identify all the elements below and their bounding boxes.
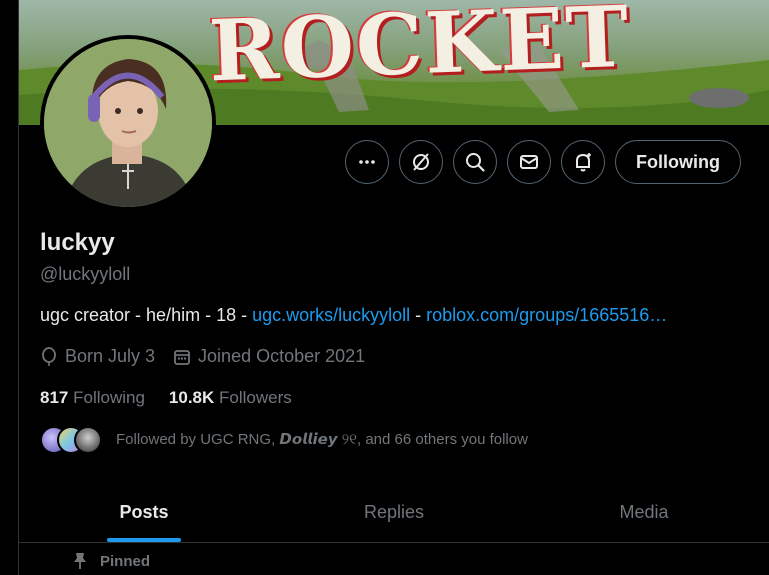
following-count[interactable]: 817 Following [40,388,145,408]
profile-name: luckyy [40,229,115,256]
followers-label: Followers [219,388,292,407]
birthday-item: Born July 3 [40,346,155,367]
birthday-text: Born July 3 [65,346,156,366]
follow-counts: 817 Following 10.8K Followers [40,388,292,408]
followed-by-suffix: , and 66 others you follow [357,431,528,448]
tab-replies[interactable]: Replies [269,482,519,542]
following-button[interactable]: Following [615,140,741,184]
profile-bio: ugc creator - he/him - 18 - ugc.works/lu… [40,305,667,326]
bell-icon [576,153,591,172]
tab-posts-label: Posts [119,501,169,522]
profile-avatar[interactable] [40,35,216,211]
grok-button[interactable] [399,140,443,184]
bio-link-roblox[interactable]: roblox.com/groups/1665516… [426,305,667,325]
tab-media[interactable]: Media [519,482,769,542]
balloon-icon [42,346,56,366]
joined-text: Joined October 2021 [198,346,366,366]
mail-icon [520,155,538,169]
tabs-divider [19,542,769,543]
profile-actions: Following [345,140,741,184]
avatar [74,426,102,454]
following-label: Following [73,388,145,407]
following-number: 817 [40,388,69,407]
banner-title: ROCKET [207,0,632,101]
followed-by-text: Followed by UGC RNG, 𝘿𝙤𝙡𝙡𝙞𝙚𝙮 ୨୧, and 66 … [116,430,528,448]
search-icon [466,153,485,172]
followers-number: 10.8K [168,388,215,407]
bio-text: ugc creator - he/him - 18 - [40,305,253,325]
followed-by[interactable]: Followed by UGC RNG, 𝘿𝙤𝙡𝙡𝙞𝙚𝙮 ୨୧, and 66 … [40,425,528,454]
bio-separator: - [410,305,427,325]
more-icon [359,160,375,164]
profile-meta: Born July 3 Joined October 2021 [40,346,365,367]
followed-by-prefix: Followed by [116,431,201,448]
grok-icon [413,153,429,171]
followed-by-user-2: 𝘿𝙤𝙡𝙡𝙞𝙚𝙮 ୨୧ [279,431,357,448]
pinned-label: Pinned [100,552,151,570]
followers-you-know-avatars [40,425,102,454]
pinned-indicator: Pinned [72,552,150,570]
followed-by-user-1: UGC RNG [200,431,272,448]
calendar-icon [174,349,190,365]
search-button[interactable] [453,140,497,184]
tab-posts[interactable]: Posts [19,482,269,542]
message-button[interactable] [507,140,551,184]
bio-link-ugc[interactable]: ugc.works/luckyyloll [252,305,410,325]
pin-icon [74,553,86,569]
followers-count[interactable]: 10.8K Followers [169,388,292,408]
notifications-button[interactable] [561,140,605,184]
profile-tabs: Posts Replies Media [19,482,769,542]
tab-media-label: Media [619,501,669,522]
joined-item: Joined October 2021 [173,346,365,367]
tab-replies-label: Replies [363,501,425,522]
profile-handle: @luckyyloll [40,264,131,284]
more-button[interactable] [345,140,389,184]
